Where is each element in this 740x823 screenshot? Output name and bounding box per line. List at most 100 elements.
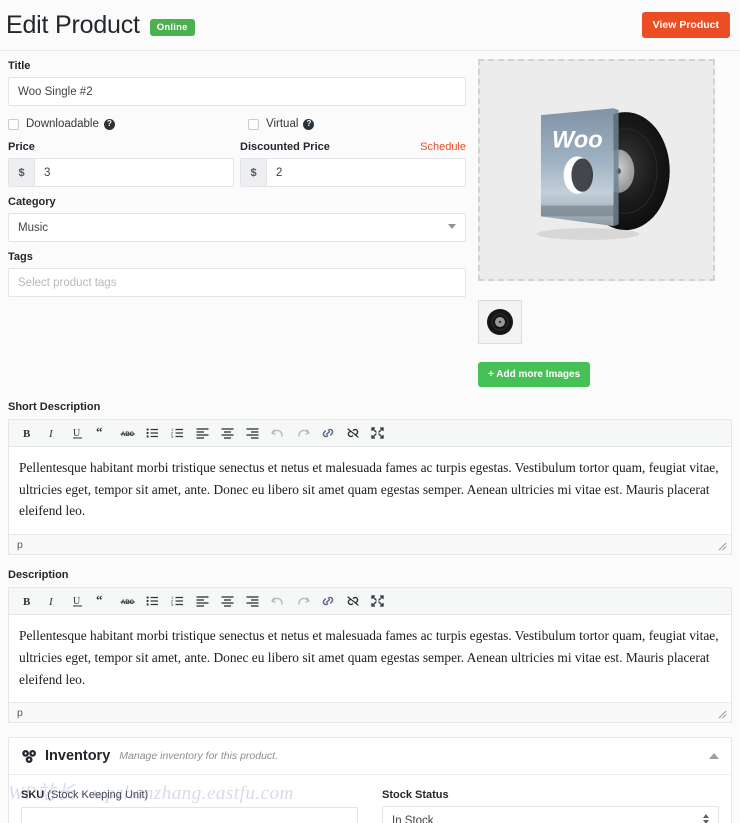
svg-text:3: 3 — [171, 602, 174, 607]
short-description-toolbar: B I U “ ABC 123 — [9, 420, 731, 447]
sku-label-rest: (Stock Keeping Unit) — [44, 789, 149, 802]
short-description-section: Short Description B I U “ ABC 123 Pellen… — [0, 401, 740, 556]
schedule-link[interactable]: Schedule — [420, 141, 466, 153]
svg-text:ABC: ABC — [121, 432, 135, 438]
short-description-path: p — [17, 538, 23, 551]
inventory-panel: Inventory Manage inventory for this prod… — [8, 737, 732, 823]
fullscreen-icon[interactable] — [365, 421, 390, 446]
price-field[interactable]: $ — [8, 158, 234, 187]
svg-text:3: 3 — [171, 434, 174, 439]
category-select[interactable] — [8, 213, 466, 242]
bullet-list-icon[interactable] — [140, 589, 165, 614]
category-label: Category — [8, 196, 56, 208]
description-body[interactable]: Pellentesque habitant morbi tristique se… — [9, 615, 731, 703]
strikethrough-icon[interactable]: ABC — [115, 421, 140, 446]
product-image: Woo — [480, 61, 713, 279]
stock-status-select-wrap[interactable] — [382, 806, 719, 823]
edit-product-page: Edit Product Online View Product Title D… — [0, 0, 740, 823]
category-select-wrap[interactable] — [8, 213, 466, 242]
virtual-checkbox[interactable] — [248, 118, 259, 130]
price-label-row: Price — [8, 132, 234, 158]
discounted-currency-symbol: $ — [241, 159, 267, 186]
arrow-up-icon — [703, 814, 709, 819]
cubes-icon — [22, 749, 36, 763]
price-currency-symbol: $ — [9, 159, 35, 186]
title-input[interactable] — [8, 77, 466, 106]
align-center-icon[interactable] — [215, 421, 240, 446]
align-left-icon[interactable] — [190, 589, 215, 614]
fullscreen-icon[interactable] — [365, 589, 390, 614]
svg-text:ABC: ABC — [121, 600, 135, 606]
inventory-subtitle: Manage inventory for this product. — [119, 750, 279, 763]
status-badge: Online — [149, 18, 195, 36]
price-row: Price $ Discounted Price Schedule $ — [8, 132, 466, 187]
downloadable-help-icon[interactable]: ? — [103, 118, 115, 130]
link-icon[interactable] — [315, 589, 340, 614]
bold-icon[interactable]: B — [15, 589, 40, 614]
discounted-price-field[interactable]: $ — [240, 158, 466, 187]
link-icon[interactable] — [315, 421, 340, 446]
numbered-list-icon[interactable]: 123 — [165, 589, 190, 614]
underline-icon[interactable]: U — [65, 421, 90, 446]
short-description-statusbar: p — [9, 534, 731, 555]
svg-text:B: B — [23, 596, 31, 607]
undo-icon[interactable] — [265, 421, 290, 446]
page-header: Edit Product Online View Product — [0, 0, 740, 44]
unlink-icon[interactable] — [340, 421, 365, 446]
sort-updown-icon — [703, 814, 709, 823]
sku-input[interactable] — [21, 807, 358, 823]
inventory-panel-body: SKU (Stock Keeping Unit) Stock Status — [9, 775, 731, 823]
description-path: p — [17, 706, 23, 719]
strikethrough-icon[interactable]: ABC — [115, 589, 140, 614]
svg-text:I: I — [48, 428, 54, 439]
inventory-panel-header[interactable]: Inventory Manage inventory for this prod… — [9, 738, 731, 776]
resize-grip-icon[interactable] — [718, 710, 727, 719]
redo-icon[interactable] — [290, 421, 315, 446]
numbered-list-icon[interactable]: 123 — [165, 421, 190, 446]
description-section: Description B I U “ ABC 123 Pellentesque… — [0, 569, 740, 724]
virtual-label: Virtual — [266, 118, 299, 130]
blockquote-icon[interactable]: “ — [90, 421, 115, 446]
product-image-frame[interactable]: Woo — [478, 59, 715, 281]
bold-icon[interactable]: B — [15, 421, 40, 446]
view-product-button[interactable]: View Product — [641, 12, 730, 38]
unlink-icon[interactable] — [340, 589, 365, 614]
sku-group: SKU (Stock Keeping Unit) — [21, 789, 358, 823]
downloadable-checkbox-row[interactable]: Downloadable ? — [8, 118, 248, 130]
discounted-price-input[interactable] — [267, 159, 465, 186]
downloadable-checkbox[interactable] — [8, 118, 19, 130]
price-input[interactable] — [35, 159, 233, 186]
align-center-icon[interactable] — [215, 589, 240, 614]
svg-text:Woo: Woo — [552, 127, 603, 153]
stock-status-select[interactable] — [382, 806, 719, 823]
italic-icon[interactable]: I — [40, 589, 65, 614]
sku-label: SKU (Stock Keeping Unit) — [21, 789, 358, 801]
resize-grip-icon[interactable] — [718, 542, 727, 551]
virtual-checkbox-row[interactable]: Virtual ? — [248, 118, 315, 130]
price-label: Price — [8, 141, 35, 153]
vinyl-thumbnail-icon — [487, 309, 513, 335]
align-right-icon[interactable] — [240, 589, 265, 614]
short-description-editor[interactable]: B I U “ ABC 123 Pellentesque habitant mo… — [8, 419, 732, 556]
downloadable-label: Downloadable — [26, 118, 99, 130]
chevron-up-icon[interactable] — [709, 753, 719, 760]
bullet-list-icon[interactable] — [140, 421, 165, 446]
blockquote-icon[interactable]: “ — [90, 589, 115, 614]
align-left-icon[interactable] — [190, 421, 215, 446]
underline-icon[interactable]: U — [65, 589, 90, 614]
stock-status-label: Stock Status — [382, 789, 449, 802]
svg-text:“: “ — [96, 427, 103, 439]
image-thumbnail[interactable] — [478, 300, 522, 344]
add-more-images-button[interactable]: + Add more Images — [478, 362, 591, 387]
tags-input[interactable] — [8, 268, 466, 297]
undo-icon[interactable] — [265, 589, 290, 614]
short-description-body[interactable]: Pellentesque habitant morbi tristique se… — [9, 447, 731, 535]
redo-icon[interactable] — [290, 589, 315, 614]
svg-text:I: I — [48, 596, 54, 607]
inventory-title: Inventory — [45, 748, 111, 765]
svg-text:U: U — [73, 428, 81, 439]
align-right-icon[interactable] — [240, 421, 265, 446]
description-editor[interactable]: B I U “ ABC 123 Pellentesque habitant mo… — [8, 587, 732, 724]
virtual-help-icon[interactable]: ? — [303, 118, 315, 130]
italic-icon[interactable]: I — [40, 421, 65, 446]
